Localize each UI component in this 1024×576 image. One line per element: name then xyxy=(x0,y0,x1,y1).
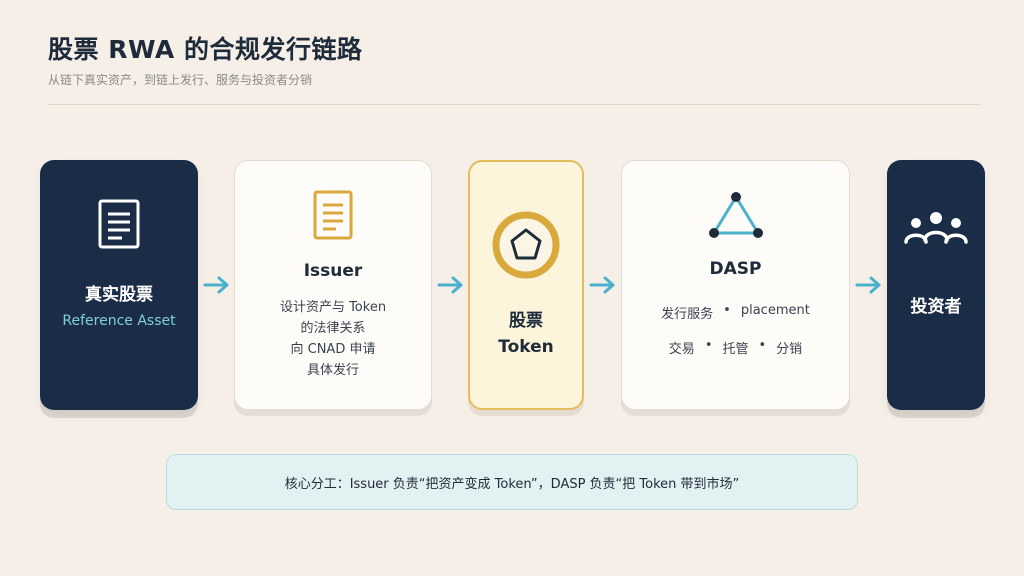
dasp-service: placement xyxy=(740,303,810,318)
investor-card: 投资者 xyxy=(887,160,985,410)
header-divider xyxy=(48,104,980,105)
arrow-right-icon xyxy=(437,276,465,294)
core-division-note: 核心分工：Issuer 负责“把资产变成 Token”，DASP 负责“把 To… xyxy=(166,454,858,510)
dasp-services-row: 发行服务 • placement xyxy=(661,303,810,322)
page-title: 股票 RWA 的合规发行链路 xyxy=(48,35,363,64)
dasp-card: DASP 发行服务 • placement 交易 • 托管 • 分销 xyxy=(621,160,850,410)
issuer-title: Issuer xyxy=(303,261,363,281)
asset-subtitle: Reference Asset xyxy=(62,313,176,329)
dasp-service: 发行服务 xyxy=(661,307,714,322)
network-triangle-icon xyxy=(705,191,767,245)
issuer-desc-line: 具体发行 xyxy=(306,363,359,378)
dasp-title: DASP xyxy=(709,259,762,279)
dasp-service: 托管 xyxy=(722,342,749,357)
page-subtitle: 从链下真实资产，到链上发行、服务与投资者分销 xyxy=(48,73,313,87)
reference-asset-card: 真实股票 Reference Asset xyxy=(40,160,198,410)
arrow-right-icon xyxy=(203,276,231,294)
token-title: 股票 xyxy=(509,311,543,331)
investor-title: 投资者 xyxy=(910,297,962,317)
slide: 股票 RWA 的合规发行链路 从链下真实资产，到链上发行、服务与投资者分销 真实… xyxy=(0,0,1024,576)
people-group-icon xyxy=(901,210,971,250)
token-card: 股票 Token xyxy=(468,160,584,410)
asset-title: 真实股票 xyxy=(85,285,153,305)
dasp-services-row: 交易 • 托管 • 分销 xyxy=(669,338,802,357)
arrow-right-icon xyxy=(589,276,617,294)
issuer-card: Issuer 设计资产与 Token 的法律关系 向 CNAD 申请 具体发行 xyxy=(234,160,432,410)
issuer-description: 设计资产与 Token 的法律关系 向 CNAD 申请 具体发行 xyxy=(280,297,386,381)
dasp-service: 交易 xyxy=(668,342,695,357)
separator-dot: • xyxy=(758,338,767,353)
token-coin-icon xyxy=(491,210,561,284)
arrow-right-icon xyxy=(855,276,883,294)
separator-dot: • xyxy=(704,338,713,353)
issuer-desc-line: 设计资产与 Token xyxy=(279,300,387,315)
issuer-desc-line: 向 CNAD 申请 xyxy=(290,342,376,357)
document-icon xyxy=(312,189,354,245)
token-subtitle: Token xyxy=(498,337,554,357)
separator-dot: • xyxy=(723,303,731,318)
issuer-desc-line: 的法律关系 xyxy=(300,321,366,336)
dasp-service: 分销 xyxy=(776,342,803,357)
document-icon xyxy=(97,198,141,254)
